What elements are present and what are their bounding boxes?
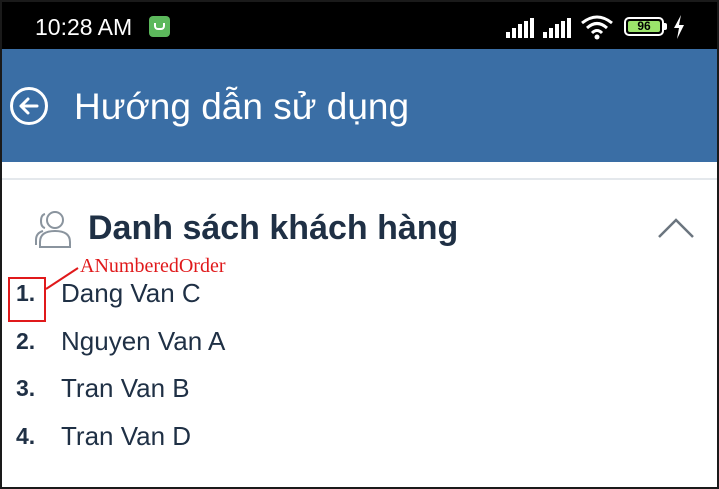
item-name: Nguyen Van A	[61, 326, 226, 356]
app-bar: Hướng dẫn sử dụng	[2, 49, 717, 162]
list-item[interactable]: 4. Tran Van D	[2, 417, 717, 464]
divider	[2, 178, 717, 180]
item-number: 2.	[16, 328, 36, 354]
charging-icon	[674, 15, 684, 39]
chevron-up-icon[interactable]	[657, 217, 695, 239]
battery-icon: 96	[624, 17, 664, 36]
item-number: 4.	[16, 423, 36, 449]
screen: 10:28 AM 96 Hướng dẫn sử dụng Danh sách …	[2, 2, 717, 487]
list-item[interactable]: 2. Nguyen Van A	[2, 322, 717, 369]
status-bar: 10:28 AM 96	[2, 2, 717, 49]
signal-icon	[543, 18, 575, 38]
section-header[interactable]: Danh sách khách hàng	[2, 197, 717, 262]
page-title: Hướng dẫn sử dụng	[74, 86, 410, 127]
item-name: Dang Van C	[61, 278, 201, 308]
wifi-icon	[581, 15, 613, 40]
app-notification-icon	[149, 16, 170, 37]
users-icon	[35, 211, 71, 248]
battery-level: 96	[637, 19, 651, 33]
annotation-label: ANumberedOrder	[80, 255, 226, 277]
list-item[interactable]: 1. Dang Van C	[2, 274, 717, 321]
signal-icon	[506, 18, 538, 38]
item-name: Tran Van D	[61, 421, 192, 451]
list-item[interactable]: 3. Tran Van B	[2, 369, 717, 416]
section-title: Danh sách khách hàng	[88, 209, 459, 247]
item-number: 3.	[16, 375, 36, 401]
battery-tip	[664, 23, 667, 30]
status-time: 10:28 AM	[35, 14, 133, 40]
annotation-box	[8, 277, 46, 322]
back-arrow-circle-icon[interactable]	[9, 86, 49, 126]
item-name: Tran Van B	[61, 373, 190, 403]
